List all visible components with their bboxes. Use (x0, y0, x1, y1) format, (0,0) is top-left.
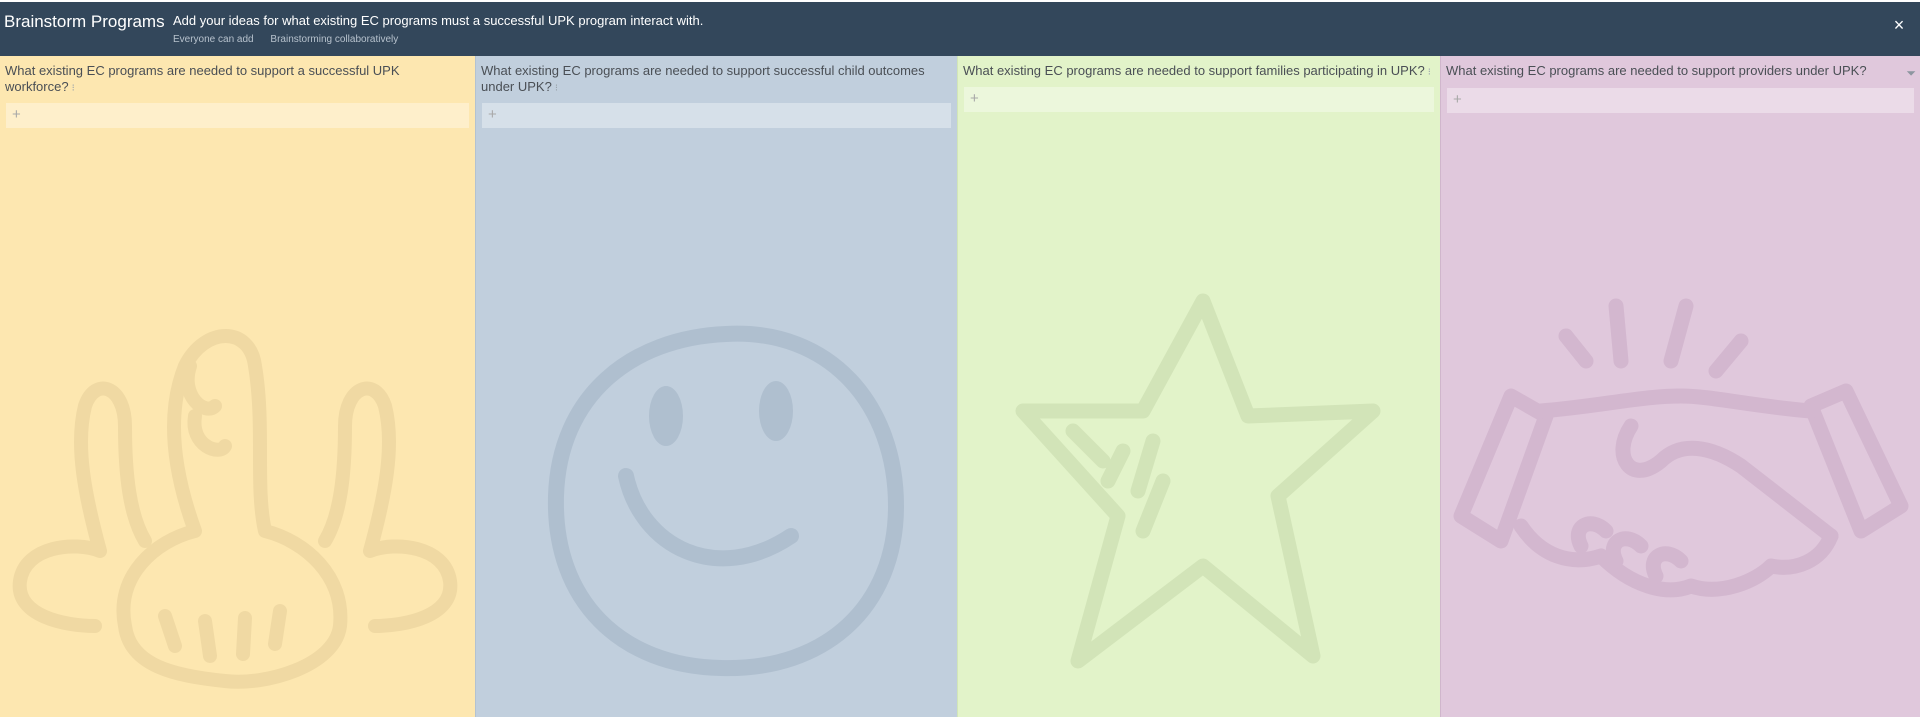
column-child-outcomes: What existing EC programs are needed to … (475, 56, 957, 717)
drag-handle-icon[interactable]: ⁝ (1428, 67, 1431, 78)
drag-handle-icon[interactable]: ⁝ (72, 83, 75, 94)
column-title: What existing EC programs are needed to … (1446, 63, 1867, 78)
smiley-icon (547, 325, 904, 677)
star-icon (1015, 293, 1381, 669)
add-idea-button[interactable]: + (482, 103, 951, 128)
brainstorm-columns: What existing EC programs are needed to … (0, 56, 1920, 717)
column-families: What existing EC programs are needed to … (957, 56, 1440, 717)
column-title: What existing EC programs are needed to … (963, 63, 1425, 78)
column-header: What existing EC programs are needed to … (1441, 56, 1920, 81)
handshake-icon (1453, 298, 1909, 598)
column-header: What existing EC programs are needed to … (476, 56, 957, 97)
mode-label: Brainstorming collaboratively (270, 34, 399, 45)
board-title: Brainstorm Programs (4, 12, 165, 31)
filter-icon[interactable]: ⏷ (1906, 65, 1916, 81)
column-providers: What existing EC programs are needed to … (1440, 56, 1920, 717)
drag-handle-icon[interactable]: ⁝ (555, 83, 558, 94)
plus-icon: + (488, 106, 497, 123)
plus-icon: + (970, 90, 979, 107)
permission-label: Everyone can add (173, 34, 254, 45)
board-instructions: Add your ideas for what existing EC prog… (173, 13, 704, 28)
add-idea-button[interactable]: + (964, 87, 1434, 112)
column-title: What existing EC programs are needed to … (481, 63, 925, 94)
plus-icon: + (12, 106, 21, 123)
hands-icon (12, 329, 458, 689)
plus-icon: + (1453, 91, 1462, 108)
column-header: What existing EC programs are needed to … (958, 56, 1440, 81)
board-header: Brainstorm Programs Add your ideas for w… (0, 2, 1920, 56)
close-icon[interactable]: × (1888, 14, 1910, 36)
column-header: What existing EC programs are needed to … (0, 56, 475, 97)
add-idea-button[interactable]: + (6, 103, 469, 128)
add-idea-button[interactable]: + (1447, 88, 1914, 113)
column-title: What existing EC programs are needed to … (5, 63, 400, 94)
column-workforce: What existing EC programs are needed to … (0, 56, 475, 717)
board-meta: Everyone can add Brainstorming collabora… (173, 34, 412, 45)
